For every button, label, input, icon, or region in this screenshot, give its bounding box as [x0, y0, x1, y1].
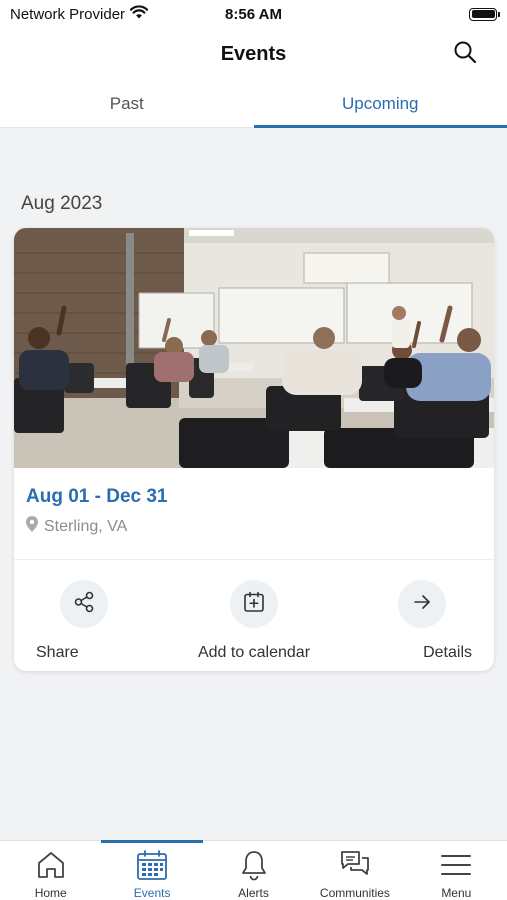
- event-location: Sterling, VA: [26, 516, 482, 537]
- section-month-heading: Aug 2023: [21, 193, 103, 214]
- location-pin-icon: [26, 516, 38, 537]
- nav-menu[interactable]: Menu: [406, 841, 507, 900]
- event-image: [14, 228, 494, 468]
- page-title: Events: [220, 42, 287, 65]
- details-button[interactable]: Details: [372, 580, 472, 662]
- nav-communities[interactable]: Communities: [304, 841, 405, 900]
- status-bar: Network Provider 8:56 AM: [0, 0, 507, 28]
- nav-menu-label: Menu: [441, 886, 472, 900]
- nav-home-label: Home: [34, 886, 67, 900]
- wifi-icon: [129, 5, 149, 23]
- event-dates[interactable]: Aug 01 - Dec 31: [26, 486, 482, 508]
- nav-communities-label: Communities: [319, 886, 390, 900]
- carrier-label: Network Provider: [10, 5, 126, 23]
- calendar-icon-circle: [230, 580, 278, 628]
- event-tabs: Past Upcoming: [0, 80, 507, 128]
- nav-home[interactable]: Home: [0, 841, 101, 900]
- arrow-right-icon: [411, 591, 433, 618]
- status-left: Network Provider: [10, 5, 149, 23]
- search-icon: [453, 40, 477, 69]
- tab-past[interactable]: Past: [0, 80, 254, 127]
- share-label: Share: [36, 644, 79, 661]
- home-icon: [36, 848, 66, 882]
- calendar-add-icon: [242, 590, 266, 619]
- chat-icon: [339, 848, 371, 882]
- event-info: Aug 01 - Dec 31 Sterling, VA: [14, 468, 494, 560]
- details-icon-circle: [398, 580, 446, 628]
- calendar-icon: [136, 848, 168, 882]
- nav-events-label: Events: [133, 886, 171, 900]
- hamburger-icon: [440, 848, 472, 882]
- add-to-calendar-button[interactable]: Add to calendar: [179, 580, 329, 662]
- add-to-calendar-label: Add to calendar: [197, 644, 311, 661]
- tab-upcoming[interactable]: Upcoming: [253, 80, 507, 128]
- nav-alerts[interactable]: Alerts: [203, 841, 304, 900]
- share-button[interactable]: Share: [36, 580, 136, 662]
- battery-icon: [469, 7, 500, 21]
- nav-events[interactable]: Events: [101, 840, 204, 900]
- search-button[interactable]: [451, 40, 479, 68]
- event-location-text: Sterling, VA: [44, 517, 128, 535]
- bell-icon: [240, 848, 268, 882]
- share-icon-circle: [60, 580, 108, 628]
- nav-alerts-label: Alerts: [238, 886, 269, 900]
- details-label: Details: [423, 644, 472, 661]
- app-header: Events: [0, 28, 507, 80]
- share-icon: [72, 590, 96, 619]
- bottom-navigation: Home Events Alerts Communities Menu: [0, 840, 507, 900]
- event-card[interactable]: Aug 01 - Dec 31 Sterling, VA Share Add t…: [14, 228, 494, 671]
- card-actions: Share Add to calendar Details: [14, 560, 494, 662]
